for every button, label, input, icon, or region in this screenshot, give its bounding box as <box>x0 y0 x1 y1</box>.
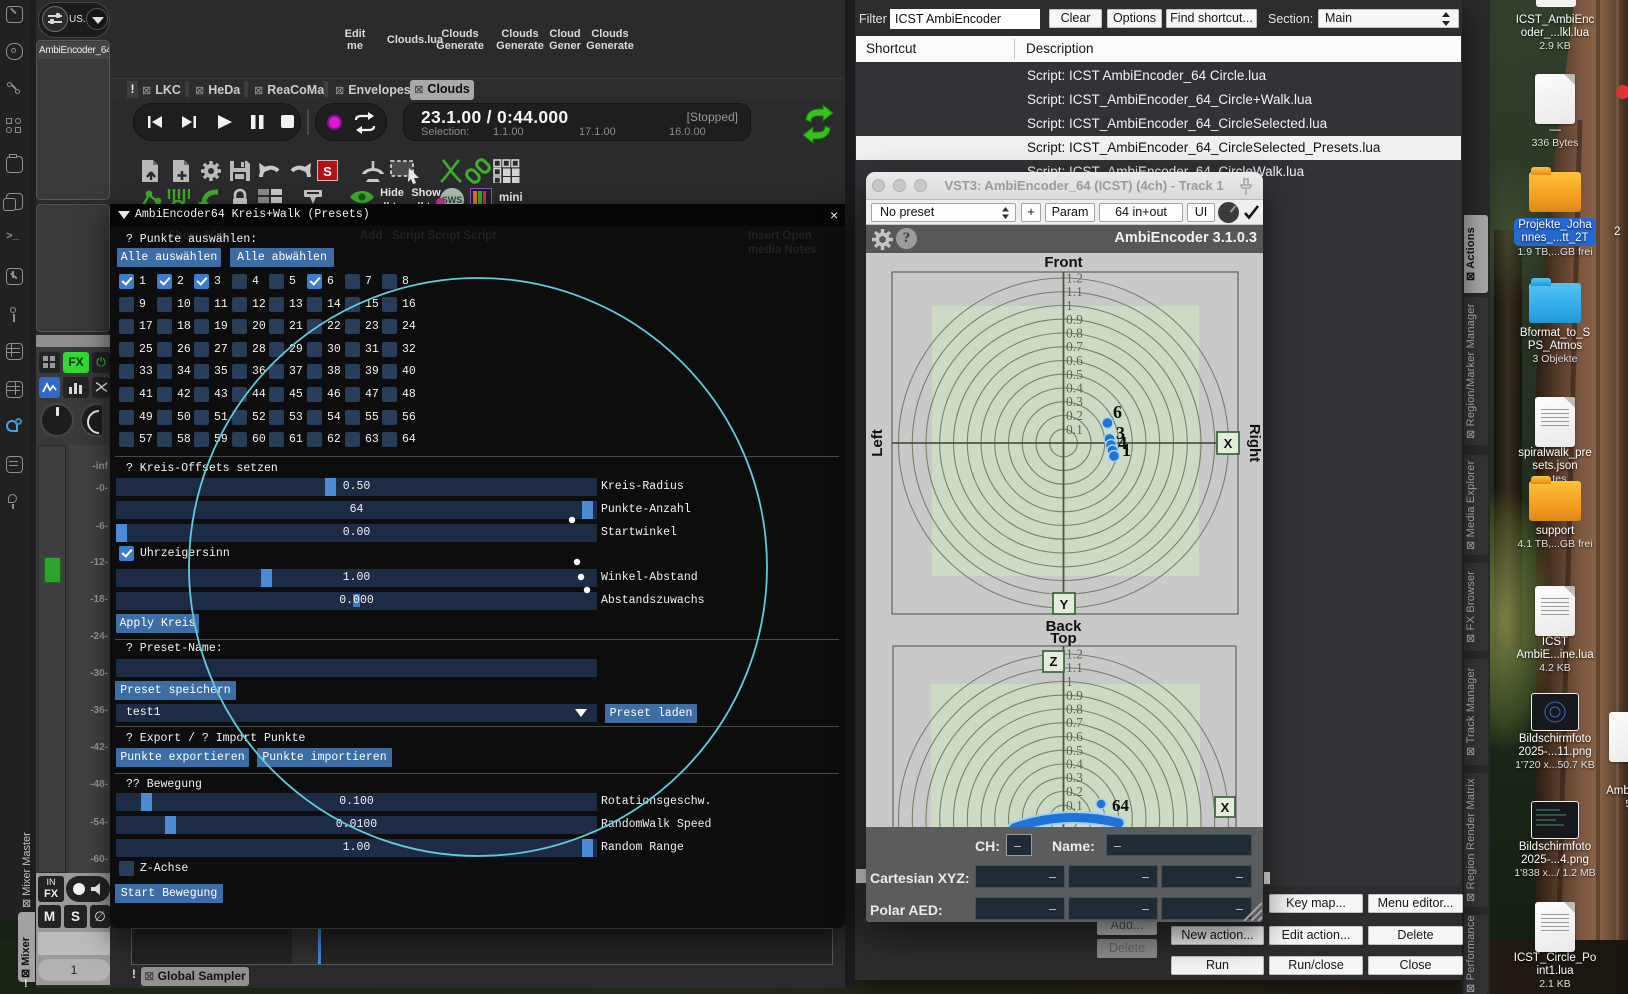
svg-text:Front: Front <box>1044 254 1082 271</box>
svg-text:0.5: 0.5 <box>1066 367 1083 382</box>
svg-text:0.3: 0.3 <box>1066 394 1083 409</box>
svg-text:0.2: 0.2 <box>1066 408 1083 423</box>
svg-text:Z: Z <box>1050 654 1058 669</box>
svg-text:1.1: 1.1 <box>1066 284 1083 299</box>
svg-text:0.4: 0.4 <box>1066 381 1083 396</box>
svg-text:0.7: 0.7 <box>1066 339 1083 354</box>
svg-text:0.6: 0.6 <box>1066 729 1083 744</box>
svg-text:Y: Y <box>1060 597 1069 612</box>
svg-text:6: 6 <box>1113 402 1122 422</box>
svg-text:0.8: 0.8 <box>1066 702 1083 717</box>
svg-text:1.2: 1.2 <box>1066 271 1083 286</box>
svg-text:0.1: 0.1 <box>1066 798 1083 813</box>
svg-text:X: X <box>1224 436 1233 451</box>
svg-text:Left: Left <box>869 429 886 457</box>
svg-text:0.2: 0.2 <box>1066 784 1083 799</box>
svg-text:X: X <box>1221 800 1230 815</box>
svg-text:0.4: 0.4 <box>1066 757 1083 772</box>
svg-text:0.9: 0.9 <box>1066 312 1083 327</box>
svg-text:1: 1 <box>1066 298 1073 313</box>
svg-text:0.5: 0.5 <box>1066 743 1083 758</box>
svg-text:1: 1 <box>1122 440 1131 460</box>
svg-text:1: 1 <box>1066 674 1073 689</box>
svg-text:0.3: 0.3 <box>1066 770 1083 785</box>
svg-text:0.7: 0.7 <box>1066 715 1083 730</box>
svg-text:0.6: 0.6 <box>1066 353 1083 368</box>
svg-text:0.8: 0.8 <box>1066 326 1083 341</box>
svg-text:1.2: 1.2 <box>1066 647 1083 662</box>
svg-text:64: 64 <box>1112 796 1130 815</box>
svg-text:Top: Top <box>1050 630 1076 647</box>
svg-text:0.1: 0.1 <box>1066 422 1083 437</box>
svg-text:Right: Right <box>1246 424 1263 462</box>
svg-text:1.1: 1.1 <box>1066 660 1083 675</box>
svg-text:0.9: 0.9 <box>1066 688 1083 703</box>
